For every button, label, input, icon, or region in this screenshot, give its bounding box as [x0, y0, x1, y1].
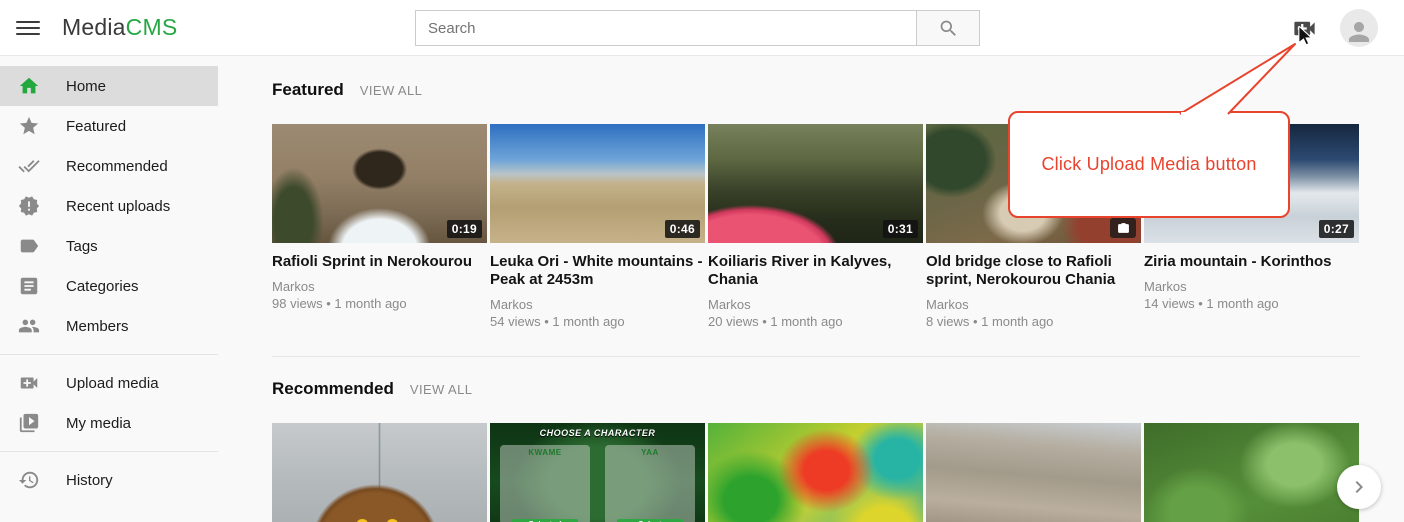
search-form — [415, 10, 980, 46]
media-card[interactable] — [1144, 423, 1359, 522]
sidebar-item-featured[interactable]: Featured — [0, 106, 228, 146]
sidebar-item-label: Upload media — [66, 375, 159, 392]
duration-badge: 0:31 — [883, 220, 918, 238]
video-thumbnail[interactable] — [708, 423, 923, 522]
media-card[interactable]: CHOOSE A CHARACTER KWAME YAA Selected Se… — [490, 423, 705, 522]
upload-media-icon — [18, 372, 40, 394]
video-thumbnail[interactable] — [926, 423, 1141, 522]
chevron-right-icon — [1347, 475, 1371, 499]
media-title[interactable]: Rafioli Sprint in Nerokourou — [272, 253, 487, 271]
media-meta: 98 views • 1 month ago — [272, 295, 487, 312]
section-title: Recommended — [272, 379, 394, 399]
sidebar-item-recent-uploads[interactable]: Recent uploads — [0, 186, 228, 226]
history-icon — [18, 469, 40, 491]
sidebar-item-categories[interactable]: Categories — [0, 266, 228, 306]
media-title[interactable]: Old bridge close to Rafioli sprint, Nero… — [926, 253, 1141, 289]
brand-accent: CMS — [126, 14, 178, 40]
video-thumbnail[interactable]: 0:31 — [708, 124, 923, 243]
search-icon — [938, 18, 959, 39]
media-card[interactable]: 0:19 Rafioli Sprint in Nerokourou Markos… — [272, 124, 487, 312]
duration-badge: 0:27 — [1319, 220, 1354, 238]
search-input[interactable] — [415, 10, 917, 46]
carousel-next-button[interactable] — [1337, 465, 1381, 509]
sidebar: Home Featured Recommended Recent uploads… — [0, 56, 228, 522]
recommended-cards-row: CHOOSE A CHARACTER KWAME YAA Selected Se… — [272, 423, 1360, 522]
media-meta: 20 views • 1 month ago — [708, 313, 923, 330]
sidebar-item-history[interactable]: History — [0, 460, 228, 500]
media-author[interactable]: Markos — [1144, 278, 1359, 295]
person-icon — [1344, 17, 1374, 47]
video-thumbnail[interactable]: CHOOSE A CHARACTER KWAME YAA Selected Se… — [490, 423, 705, 522]
thumbnail-overlay-text: CHOOSE A CHARACTER — [490, 428, 705, 438]
media-card[interactable]: 0:31 Koiliaris River in Kalyves, Chania … — [708, 124, 923, 330]
sidebar-item-upload-media[interactable]: Upload media — [0, 363, 228, 403]
tooltip-callout: Click Upload Media button — [1008, 111, 1290, 218]
media-card[interactable] — [926, 423, 1141, 522]
sidebar-item-label: My media — [66, 415, 131, 432]
character-panel: KWAME — [500, 445, 590, 522]
photo-type-badge — [1110, 218, 1136, 238]
brand-logo[interactable]: MediaCMS — [62, 14, 177, 41]
media-meta: 14 views • 1 month ago — [1144, 295, 1359, 312]
character-name: YAA — [605, 448, 695, 457]
media-meta: 54 views • 1 month ago — [490, 313, 705, 330]
video-thumbnail[interactable]: 0:46 — [490, 124, 705, 243]
new-releases-icon — [18, 195, 40, 217]
sidebar-item-tags[interactable]: Tags — [0, 226, 228, 266]
sidebar-item-label: Categories — [66, 278, 139, 295]
media-card[interactable] — [272, 423, 487, 522]
duration-badge: 0:46 — [665, 220, 700, 238]
video-thumbnail[interactable] — [1144, 423, 1359, 522]
character-name: KWAME — [500, 448, 590, 457]
star-icon — [18, 115, 40, 137]
media-author[interactable]: Markos — [490, 296, 705, 313]
duration-badge: 0:19 — [447, 220, 482, 238]
sidebar-item-home[interactable]: Home — [0, 66, 218, 106]
sidebar-item-label: Home — [66, 78, 106, 95]
search-button[interactable] — [917, 10, 980, 46]
categories-icon — [18, 275, 40, 297]
media-card[interactable] — [708, 423, 923, 522]
video-library-icon — [18, 412, 40, 434]
sidebar-item-label: History — [66, 472, 113, 489]
sidebar-item-label: Recent uploads — [66, 198, 170, 215]
sidebar-item-label: Recommended — [66, 158, 168, 175]
media-author[interactable]: Markos — [926, 296, 1141, 313]
sidebar-item-label: Featured — [66, 118, 126, 135]
top-bar: MediaCMS — [0, 0, 1404, 56]
media-meta: 8 views • 1 month ago — [926, 313, 1141, 330]
video-thumbnail[interactable] — [272, 423, 487, 522]
camera-icon — [1117, 222, 1130, 235]
media-author[interactable]: Markos — [272, 278, 487, 295]
media-author[interactable]: Markos — [708, 296, 923, 313]
sidebar-divider — [0, 354, 218, 355]
featured-view-all-link[interactable]: VIEW ALL — [360, 83, 422, 98]
video-thumbnail[interactable]: 0:19 — [272, 124, 487, 243]
sidebar-item-label: Members — [66, 318, 129, 335]
mouse-cursor — [1298, 26, 1313, 46]
brand-primary: Media — [62, 14, 126, 40]
sidebar-item-my-media[interactable]: My media — [0, 403, 228, 443]
media-card[interactable]: 0:46 Leuka Ori - White mountains - Peak … — [490, 124, 705, 330]
double-check-icon — [18, 155, 40, 177]
media-title[interactable]: Ziria mountain - Korinthos — [1144, 253, 1359, 271]
recommended-section-header: Recommended VIEW ALL — [272, 379, 1360, 399]
sidebar-item-members[interactable]: Members — [0, 306, 228, 346]
sidebar-item-recommended[interactable]: Recommended — [0, 146, 228, 186]
recommended-view-all-link[interactable]: VIEW ALL — [410, 382, 472, 397]
tooltip-text: Click Upload Media button — [1041, 154, 1256, 175]
members-icon — [18, 315, 40, 337]
user-avatar[interactable] — [1340, 9, 1378, 47]
sidebar-item-label: Tags — [66, 238, 98, 255]
character-panel: YAA — [605, 445, 695, 522]
media-title[interactable]: Leuka Ori - White mountains - Peak at 24… — [490, 253, 705, 289]
tag-icon — [18, 235, 40, 257]
section-divider — [272, 356, 1360, 357]
hamburger-menu-icon[interactable] — [16, 17, 40, 39]
home-icon — [18, 75, 40, 97]
media-title[interactable]: Koiliaris River in Kalyves, Chania — [708, 253, 923, 289]
sidebar-divider — [0, 451, 218, 452]
featured-section-header: Featured VIEW ALL — [272, 80, 1360, 100]
section-title: Featured — [272, 80, 344, 100]
